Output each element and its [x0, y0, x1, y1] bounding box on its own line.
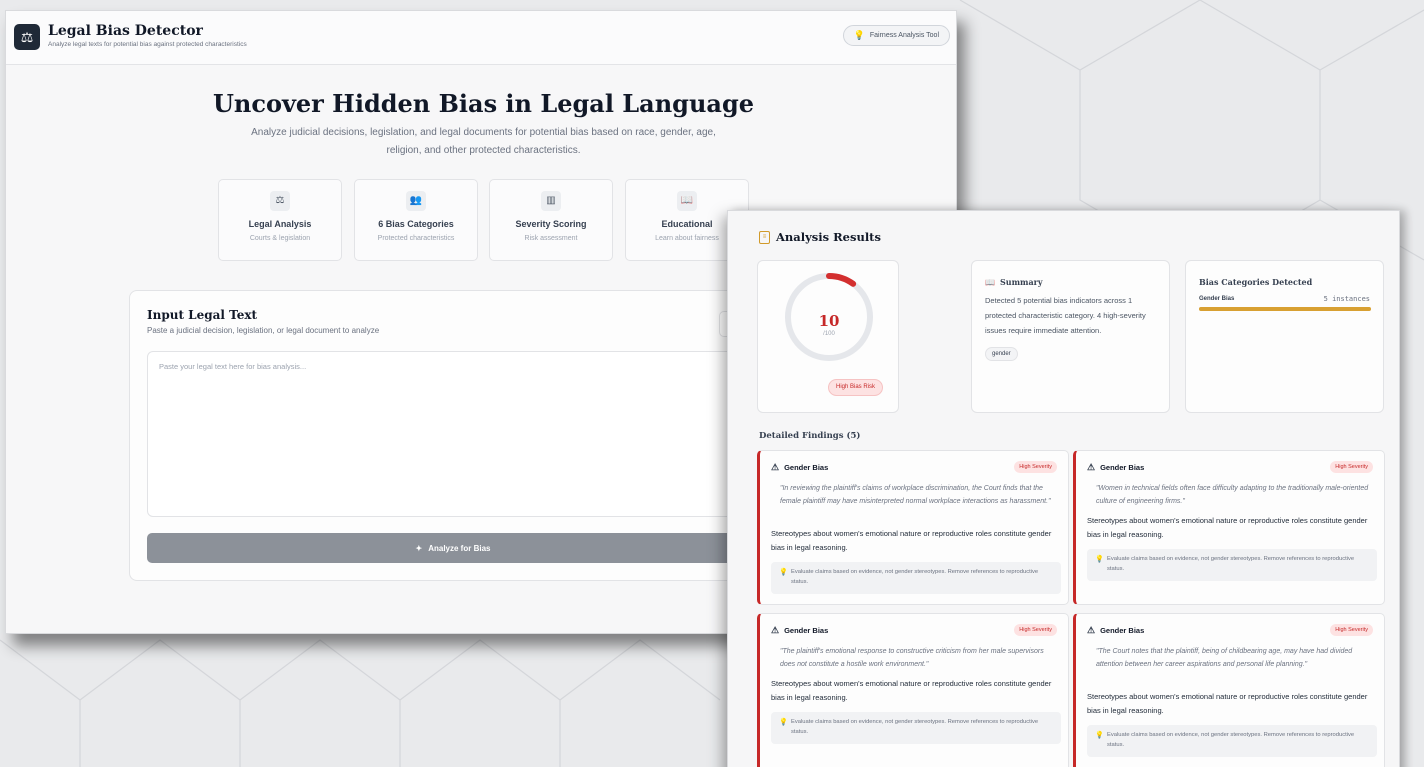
summary-header: 📖 Summary	[985, 277, 1043, 287]
warning-icon: ⚠	[771, 625, 780, 635]
category-count: 5 instances	[1323, 295, 1370, 303]
finding-header: ⚠ Gender Bias	[1087, 625, 1144, 636]
input-subtitle: Paste a judicial decision, legislation, …	[147, 326, 380, 335]
feature-title: 6 Bias Categories	[378, 219, 454, 229]
hero-title: Uncover Hidden Bias in Legal Language	[212, 89, 755, 118]
results-window: ≡ Analysis Results 10 /100 High Bias Ris…	[727, 210, 1400, 767]
summary-title: Summary	[999, 277, 1043, 287]
category-name: Gender Bias	[1199, 296, 1235, 302]
finding-quote: "In reviewing the plaintiff's claims of …	[780, 485, 1051, 505]
categories-title: Bias Categories Detected	[1199, 277, 1313, 287]
scales-icon: ⚖	[270, 191, 290, 211]
analyze-button-label: Analyze for Bias	[428, 543, 491, 553]
input-card: Input Legal Text Paste a judicial decisi…	[129, 290, 769, 581]
finding-card: ⚠ Gender Bias High Severity "The Court n…	[1073, 613, 1385, 767]
lightbulb-icon: 💡	[779, 569, 788, 576]
summary-text: Detected 5 potential bias indicators acr…	[985, 296, 1146, 335]
category-bar	[1199, 307, 1371, 311]
finding-suggestion: 💡 Evaluate claims based on evidence, not…	[771, 712, 1061, 744]
finding-card: ⚠ Gender Bias High Severity "Women in te…	[1073, 450, 1385, 605]
suggestion-text: Evaluate claims based on evidence, not g…	[1107, 732, 1355, 748]
lightbulb-icon: 💡	[853, 30, 865, 40]
users-icon: 👥	[406, 191, 426, 211]
suggestion-text: Evaluate claims based on evidence, not g…	[791, 569, 1039, 585]
document-icon: ≡	[759, 231, 770, 244]
finding-suggestion: 💡 Evaluate claims based on evidence, not…	[1087, 725, 1377, 757]
suggestion-text: Evaluate claims based on evidence, not g…	[791, 719, 1039, 735]
score-card: 10 /100 High Bias Risk	[757, 260, 899, 413]
finding-card: ⚠ Gender Bias High Severity "The plainti…	[757, 613, 1069, 767]
finding-quote: "The Court notes that the plaintiff, bei…	[1096, 648, 1353, 668]
hero-subtitle: Analyze judicial decisions, legislation,…	[251, 127, 716, 156]
feature-title: Legal Analysis	[248, 219, 312, 229]
lightbulb-icon: 💡	[779, 719, 788, 726]
finding-category: Gender Bias	[1100, 463, 1145, 472]
category-tag: gender	[985, 347, 1018, 361]
feature-subtitle: Courts & legislation	[249, 235, 311, 242]
book-icon: 📖	[985, 277, 995, 287]
finding-category: Gender Bias	[784, 626, 829, 635]
feature-title: Severity Scoring	[515, 219, 587, 229]
app-title: Legal Bias Detector	[48, 23, 203, 39]
app-subtitle: Analyze legal texts for potential bias a…	[48, 41, 247, 48]
finding-header: ⚠ Gender Bias	[1087, 462, 1144, 473]
finding-explanation: Stereotypes about women's emotional natu…	[771, 679, 1052, 702]
analyze-button[interactable]: ✦ Analyze for Bias	[147, 533, 759, 563]
feature-card-legal-analysis: ⚖ Legal Analysis Courts & legislation	[218, 179, 342, 261]
legal-text-input[interactable]: Paste your legal text here for bias anal…	[147, 351, 759, 517]
summary-card: 📖 Summary Detected 5 potential bias indi…	[971, 260, 1170, 413]
results-title: Analysis Results	[776, 230, 881, 244]
score-value: 10	[818, 312, 840, 330]
severity-badge: High Severity	[1330, 461, 1373, 473]
finding-quote: "The plaintiff's emotional response to c…	[780, 648, 1044, 668]
feature-subtitle: Risk assessment	[524, 235, 578, 242]
finding-explanation: Stereotypes about women's emotional natu…	[771, 529, 1052, 552]
fairness-tool-label: Fairness Analysis Tool	[869, 32, 939, 39]
chart-icon: ▥	[541, 191, 561, 211]
finding-explanation: Stereotypes about women's emotional natu…	[1087, 516, 1368, 539]
feature-card-severity-scoring: ▥ Severity Scoring Risk assessment	[489, 179, 613, 261]
lightbulb-icon: 💡	[1095, 556, 1104, 563]
severity-badge: High Severity	[1014, 624, 1057, 636]
finding-category: Gender Bias	[1100, 626, 1145, 635]
feature-subtitle: Protected characteristics	[377, 235, 455, 242]
finding-category: Gender Bias	[784, 463, 829, 472]
sparkle-icon: ✦	[415, 543, 423, 553]
finding-explanation: Stereotypes about women's emotional natu…	[1087, 692, 1368, 715]
top-bar: ⚖ Legal Bias Detector Analyze legal text…	[6, 11, 956, 65]
finding-suggestion: 💡 Evaluate claims based on evidence, not…	[771, 562, 1061, 594]
book-icon: 📖	[677, 191, 697, 211]
category-bar-fill	[1199, 307, 1371, 311]
severity-badge: High Severity	[1014, 461, 1057, 473]
lightbulb-icon: 💡	[1095, 732, 1104, 739]
finding-card: ⚠ Gender Bias High Severity "In reviewin…	[757, 450, 1069, 605]
input-title: Input Legal Text	[147, 308, 258, 322]
risk-badge: High Bias Risk	[828, 379, 884, 396]
finding-quote: "Women in technical fields often face di…	[1096, 485, 1369, 505]
severity-badge: High Severity	[1330, 624, 1373, 636]
suggestion-text: Evaluate claims based on evidence, not g…	[1107, 556, 1355, 572]
warning-icon: ⚠	[1087, 462, 1096, 472]
scales-icon: ⚖	[14, 24, 40, 50]
fairness-tool-badge[interactable]: 💡 Fairness Analysis Tool	[842, 25, 950, 46]
warning-icon: ⚠	[1087, 625, 1096, 635]
finding-header: ⚠ Gender Bias	[771, 625, 828, 636]
finding-suggestion: 💡 Evaluate claims based on evidence, not…	[1087, 549, 1377, 581]
categories-card: Bias Categories Detected Gender Bias 5 i…	[1185, 260, 1384, 413]
warning-icon: ⚠	[771, 462, 780, 472]
score-max: /100	[823, 331, 835, 337]
findings-title: Detailed Findings (5)	[759, 431, 861, 441]
finding-header: ⚠ Gender Bias	[771, 462, 828, 473]
feature-card-bias-categories: 👥 6 Bias Categories Protected characteri…	[354, 179, 478, 261]
score-ring	[785, 273, 873, 361]
